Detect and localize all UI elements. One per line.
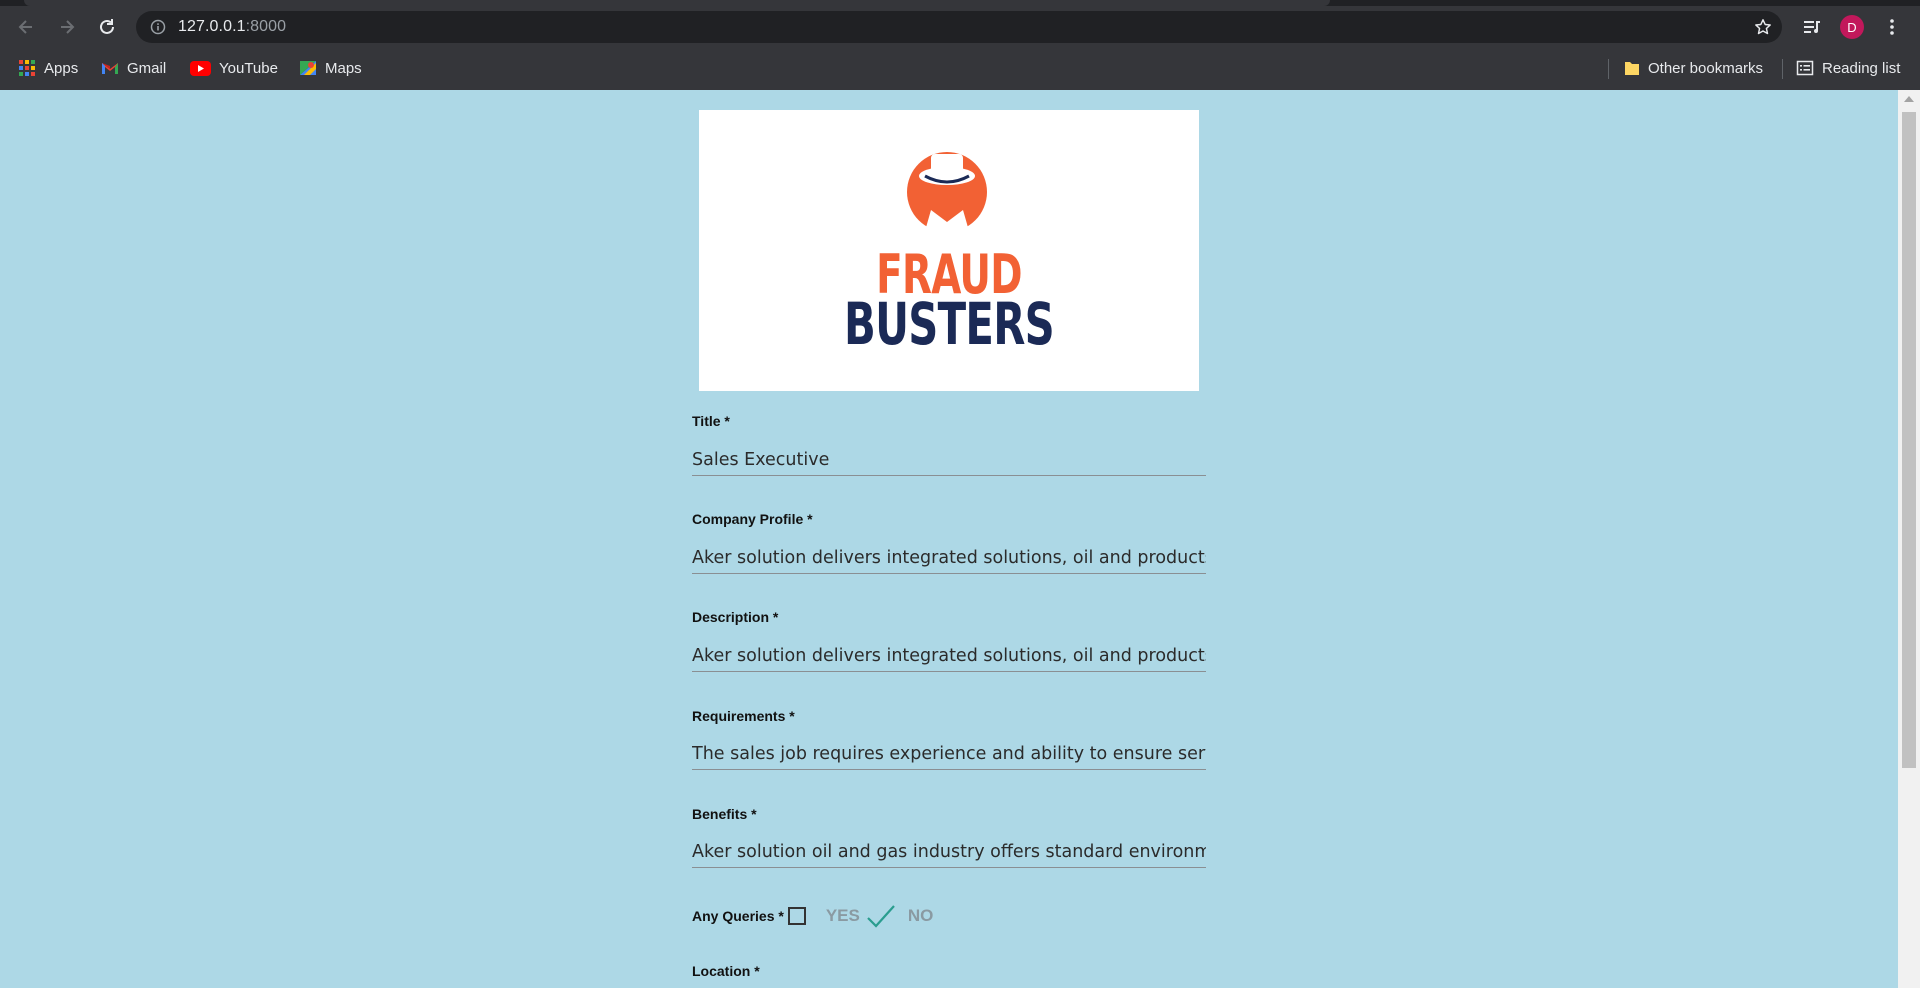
logo-text-busters: BUSTERS (843, 290, 1055, 358)
avatar: D (1840, 15, 1864, 39)
location-label: Location * (692, 963, 760, 979)
benefits-label: Benefits * (692, 806, 757, 822)
any-queries-checkbox[interactable] (787, 907, 806, 925)
company-profile-input[interactable]: Aker solution delivers integrated soluti… (692, 543, 1206, 574)
fraud-busters-logo: FRAUD BUSTERS (699, 110, 1199, 391)
bookmark-label: Maps (325, 59, 362, 77)
arrow-left-icon (18, 20, 32, 34)
other-bookmarks[interactable]: Other bookmarks (1624, 56, 1763, 80)
any-queries-row: Any Queries * YES NO (692, 903, 933, 929)
requirements-input[interactable]: The sales job requires experience and ab… (692, 739, 1206, 770)
gmail-icon (102, 63, 118, 74)
no-option[interactable]: NO (908, 906, 934, 926)
bookmark-youtube[interactable]: YouTube (190, 56, 278, 80)
reload-icon (100, 19, 114, 34)
forward-button[interactable] (51, 11, 83, 43)
benefits-input[interactable]: Aker solution oil and gas industry offer… (692, 837, 1206, 868)
info-icon[interactable] (150, 19, 166, 35)
check-icon (867, 905, 895, 928)
bookmark-label: YouTube (219, 59, 278, 77)
bookmarks-bar: Apps Gmail YouTube Maps Other bookmarks … (0, 48, 1920, 88)
bookmark-separator (1608, 59, 1609, 79)
maps-icon (300, 61, 316, 75)
scroll-up-arrow-icon[interactable] (1904, 96, 1914, 102)
browser-chrome: 127.0.0.1:8000 D Apps Gmail YouTube Maps… (0, 0, 1920, 90)
title-label: Title * (692, 413, 730, 429)
url-host: 127.0.0.1 (178, 18, 246, 35)
description-input[interactable]: Aker solution delivers integrated soluti… (692, 641, 1206, 672)
bookmark-star-icon[interactable] (1754, 18, 1772, 36)
yes-option[interactable]: YES (826, 906, 860, 926)
reload-button[interactable] (91, 11, 123, 43)
apps-grid-icon (19, 60, 35, 76)
youtube-icon (190, 60, 211, 76)
reading-list-icon (1796, 60, 1814, 76)
menu-button[interactable] (1876, 11, 1908, 43)
folder-icon (1625, 62, 1639, 75)
profile-button[interactable]: D (1836, 11, 1868, 43)
other-bookmarks-label: Other bookmarks (1648, 59, 1764, 77)
bookmark-apps[interactable]: Apps (18, 56, 78, 80)
bookmark-gmail[interactable]: Gmail (101, 56, 166, 80)
bookmark-separator (1782, 59, 1783, 79)
requirements-label: Requirements * (692, 708, 795, 724)
any-queries-label: Any Queries * (692, 908, 784, 924)
media-control-button[interactable] (1796, 11, 1828, 43)
scrollbar-thumb[interactable] (1902, 112, 1916, 768)
address-bar[interactable]: 127.0.0.1:8000 (136, 11, 1782, 43)
company-profile-label: Company Profile * (692, 511, 813, 527)
more-vertical-icon (1890, 19, 1894, 35)
bookmark-label: Gmail (127, 59, 167, 77)
bookmark-maps[interactable]: Maps (299, 56, 362, 80)
url-text[interactable]: 127.0.0.1:8000 (178, 18, 286, 36)
bookmark-label: Apps (44, 59, 79, 77)
arrow-right-icon (61, 20, 75, 34)
queue-music-icon (1804, 21, 1820, 33)
page-scrollbar[interactable] (1898, 90, 1920, 988)
back-button[interactable] (10, 11, 42, 43)
browser-toolbar: 127.0.0.1:8000 D (0, 6, 1920, 48)
reading-list-label: Reading list (1822, 59, 1901, 77)
title-input[interactable]: Sales Executive (692, 445, 1206, 476)
url-port: :8000 (245, 18, 287, 35)
reading-list[interactable]: Reading list (1796, 56, 1900, 80)
description-label: Description * (692, 609, 779, 625)
